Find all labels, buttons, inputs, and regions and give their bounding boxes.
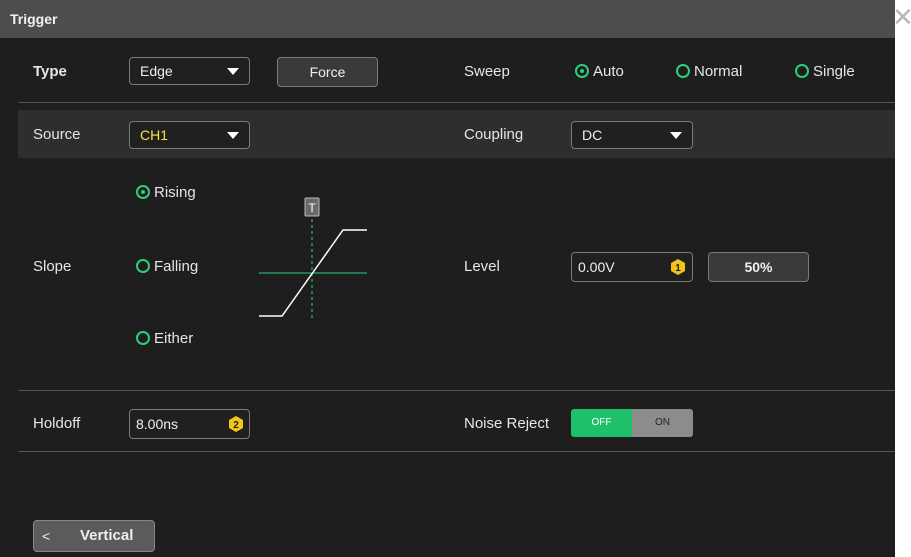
coupling-label: Coupling xyxy=(464,126,524,143)
noise-reject-on[interactable]: ON xyxy=(632,409,693,437)
level-50-button[interactable]: 50% xyxy=(708,252,809,282)
radio-unchecked-icon xyxy=(795,64,809,78)
coupling-value: DC xyxy=(582,127,603,143)
level-label: Level xyxy=(464,258,500,275)
dialog-title: Trigger xyxy=(10,11,58,27)
trigger-marker-text: T xyxy=(308,201,316,215)
back-vertical-label: Vertical xyxy=(80,527,134,544)
close-icon[interactable]: ✕ xyxy=(892,4,911,30)
chevron-left-icon: < xyxy=(42,528,51,544)
caret-down-icon xyxy=(670,132,682,139)
noise-reject-label: Noise Reject xyxy=(464,415,550,432)
radio-checked-icon xyxy=(575,64,589,78)
sweep-normal-label: Normal xyxy=(694,63,743,80)
trigger-dialog: Trigger Type Edge Force Sweep Auto Norma… xyxy=(0,0,895,557)
level-input[interactable]: 0.00V 1 xyxy=(571,252,693,282)
knob-1-icon: 1 xyxy=(671,259,685,275)
sweep-label: Sweep xyxy=(464,63,510,80)
back-vertical-button[interactable]: < Vertical xyxy=(33,520,155,552)
slope-falling-label: Falling xyxy=(154,258,199,275)
source-label: Source xyxy=(33,126,81,143)
slope-label: Slope xyxy=(33,258,72,275)
noise-reject-off[interactable]: OFF xyxy=(571,409,632,437)
sweep-auto-label: Auto xyxy=(593,63,624,80)
knob-2-icon: 2 xyxy=(229,416,243,432)
holdoff-value: 8.00ns xyxy=(136,416,179,432)
slope-rising-label: Rising xyxy=(154,184,196,201)
source-value: CH1 xyxy=(140,127,169,143)
rising-edge-diagram: T xyxy=(259,197,367,320)
title-bar: Trigger xyxy=(0,0,895,38)
divider xyxy=(18,451,895,452)
type-value: Edge xyxy=(140,63,173,79)
knob-2-number: 2 xyxy=(233,420,239,431)
force-button[interactable]: Force xyxy=(277,57,378,87)
divider xyxy=(18,102,895,103)
caret-down-icon xyxy=(227,132,239,139)
radio-unchecked-icon xyxy=(136,259,150,273)
radio-unchecked-icon xyxy=(136,331,150,345)
sweep-single-label: Single xyxy=(813,63,855,80)
noise-reject-toggle[interactable]: OFF ON xyxy=(571,409,693,437)
knob-1-number: 1 xyxy=(675,263,681,274)
app-root: Trigger Type Edge Force Sweep Auto Norma… xyxy=(0,0,911,557)
radio-unchecked-icon xyxy=(676,64,690,78)
radio-checked-icon xyxy=(136,185,150,199)
divider xyxy=(18,390,895,391)
slope-either-label: Either xyxy=(154,330,194,347)
coupling-dropdown[interactable]: DC xyxy=(571,121,693,149)
holdoff-label: Holdoff xyxy=(33,415,81,432)
level-value: 0.00V xyxy=(578,259,615,275)
holdoff-input[interactable]: 8.00ns 2 xyxy=(129,409,250,439)
source-dropdown[interactable]: CH1 xyxy=(129,121,250,149)
type-dropdown[interactable]: Edge xyxy=(129,57,250,85)
type-label: Type xyxy=(33,63,67,80)
caret-down-icon xyxy=(227,68,239,75)
